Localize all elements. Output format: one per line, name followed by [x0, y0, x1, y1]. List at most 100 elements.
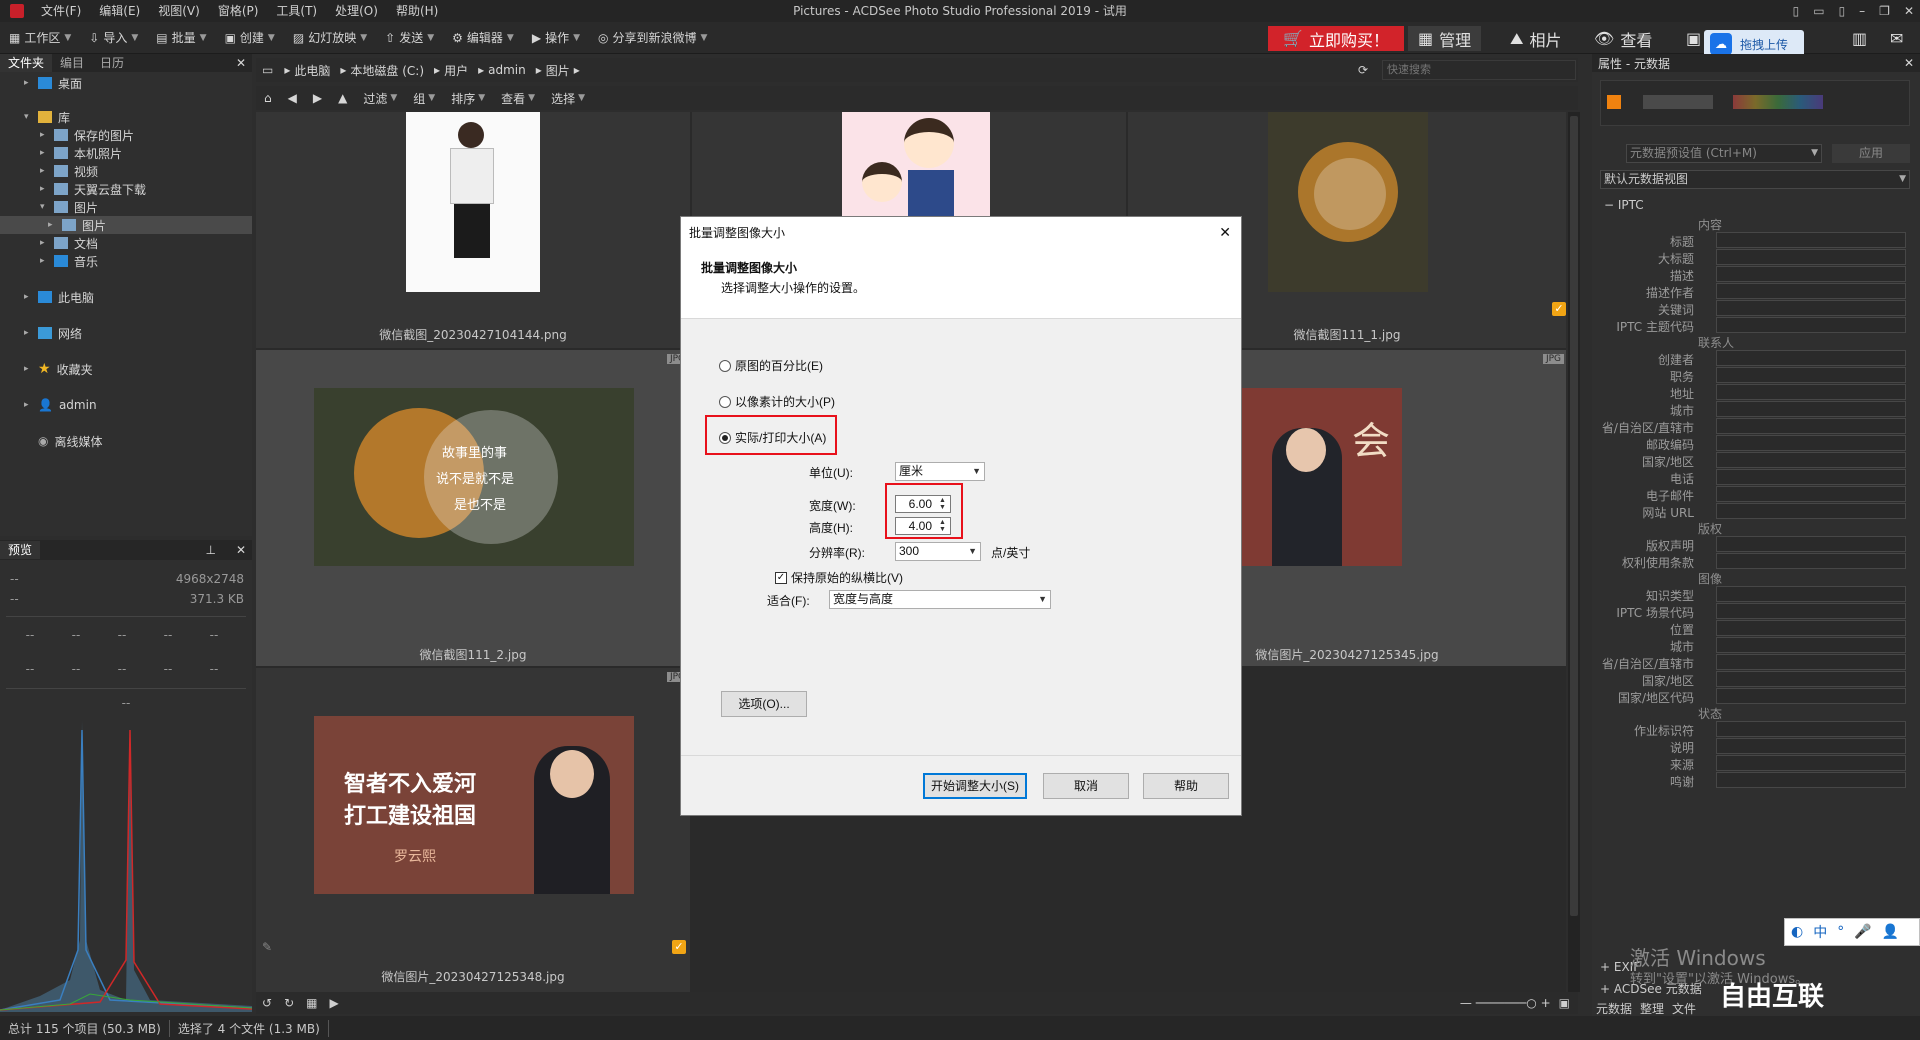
metadata-field[interactable] [1716, 367, 1906, 383]
tree-item-music[interactable]: ▸ 音乐 [40, 252, 98, 270]
metadata-field[interactable] [1716, 536, 1906, 552]
resolution-select[interactable]: 300 ▼ [895, 542, 981, 561]
close-icon[interactable]: ✕ [1904, 56, 1920, 70]
thumbnail-tile[interactable]: 微信截图_20230427104144.png [256, 112, 690, 348]
radio-percent[interactable]: 原图的百分比(E) [719, 357, 823, 374]
back-icon[interactable]: ◀ [280, 91, 305, 105]
tree-item-this-pc[interactable]: ▸ 此电脑 [24, 288, 94, 306]
weibo-share-button[interactable]: ◎ 分享到新浪微博 ▼ [589, 22, 716, 54]
menu-help[interactable]: 帮助(H) [387, 0, 447, 22]
metadata-field[interactable] [1716, 772, 1906, 788]
ime-language[interactable]: 中 [1813, 922, 1827, 942]
tree-item-videos[interactable]: ▸ 视频 [40, 162, 98, 180]
keep-aspect-checkbox[interactable]: ✓ 保持原始的纵横比(V) [775, 569, 903, 586]
metadata-field[interactable] [1716, 300, 1906, 316]
tree-item-pictures-lib[interactable]: ▾ 图片 [40, 198, 98, 216]
metadata-field[interactable] [1716, 654, 1906, 670]
radio-pixels[interactable]: 以像素计的大小(P) [719, 393, 835, 410]
thumbnail-tile[interactable]: JPG 智者不入爱河 打工建设祖国 罗云熙 ✓ ✎ 微信图片_202304271… [256, 668, 690, 992]
tab-calendar[interactable]: 日历 [92, 54, 132, 72]
rating-stars[interactable] [1643, 95, 1713, 109]
layout-icon[interactable]: ▯ [1793, 4, 1800, 18]
import-button[interactable]: ⇩ 导入 ▼ [80, 22, 147, 54]
user-icon[interactable]: 👤 [1882, 924, 1899, 940]
metadata-field[interactable] [1716, 603, 1906, 619]
rotate-left-icon[interactable]: ↺ [256, 996, 278, 1010]
stats-icon[interactable]: ▥ [1842, 26, 1877, 51]
workspace-button[interactable]: ▦ 工作区 ▼ [0, 22, 80, 54]
metadata-field[interactable] [1716, 721, 1906, 737]
ime-punct-icon[interactable]: ° [1837, 924, 1844, 940]
select-menu[interactable]: 选择 ▼ [543, 90, 593, 107]
up-icon[interactable]: ▲ [330, 91, 355, 105]
view-menu[interactable]: 查看 ▼ [493, 90, 543, 107]
tree-item-documents[interactable]: ▸ 文档 [40, 234, 98, 252]
slideshow-button[interactable]: ▨ 幻灯放映 ▼ [284, 22, 376, 54]
edit-pencil-icon[interactable]: ✎ [262, 940, 272, 954]
metadata-field[interactable] [1716, 401, 1906, 417]
close-icon[interactable]: ✕ [236, 56, 252, 70]
tree-item-library[interactable]: ▾ 库 [24, 108, 70, 126]
tab-folders[interactable]: 文件夹 [0, 54, 53, 72]
tab-catalog[interactable]: 编目 [52, 54, 92, 72]
view-mode-icon[interactable]: ▣ [1559, 996, 1578, 1010]
forward-icon[interactable]: ▶ [305, 91, 330, 105]
help-button[interactable]: 帮助 [1143, 773, 1229, 799]
color-labels[interactable] [1733, 95, 1823, 109]
buy-now-button[interactable]: 🛒 立即购买！ [1268, 26, 1404, 51]
checkbox-icon[interactable]: ✓ [672, 940, 686, 954]
menu-view[interactable]: 视图(V) [149, 0, 209, 22]
apply-button[interactable]: 应用 [1832, 144, 1910, 163]
crumb-this-pc[interactable]: ▸ 此电脑 [279, 62, 335, 79]
home-icon[interactable]: ⌂ [256, 91, 280, 105]
metadata-field[interactable] [1716, 586, 1906, 602]
layout-icon[interactable]: ▯ [1839, 4, 1846, 18]
sort-menu[interactable]: 排序 ▼ [443, 90, 493, 107]
metadata-field[interactable] [1716, 249, 1906, 265]
minimize-icon[interactable]: – [1859, 4, 1865, 18]
editor-button[interactable]: ⚙ 编辑器 ▼ [443, 22, 523, 54]
grid-scrollbar[interactable] [1568, 112, 1580, 992]
metadata-field[interactable] [1716, 620, 1906, 636]
metadata-field[interactable] [1716, 266, 1906, 282]
tab-metadata[interactable]: 元数据 [1596, 1000, 1632, 1017]
close-icon[interactable]: ✕ [1219, 224, 1241, 241]
metadata-field[interactable] [1716, 755, 1906, 771]
tab-file[interactable]: 文件 [1672, 1000, 1696, 1017]
send-button[interactable]: ⇧ 发送 ▼ [376, 22, 443, 54]
create-button[interactable]: ▣ 创建 ▼ [216, 22, 284, 54]
options-button[interactable]: 选项(O)... [721, 691, 807, 717]
tree-item-offline-media[interactable]: ◉ 离线媒体 [24, 432, 103, 450]
metadata-field[interactable] [1716, 283, 1906, 299]
menu-file[interactable]: 文件(F) [32, 0, 90, 22]
microphone-icon[interactable]: 🎤 [1854, 924, 1871, 940]
metadata-field[interactable] [1716, 317, 1906, 333]
metadata-field[interactable] [1716, 688, 1906, 704]
layout-icon[interactable]: ▭ [1813, 4, 1824, 18]
crumb-pictures[interactable]: ▸ 图片 ▸ [531, 62, 585, 79]
metadata-preset-select[interactable]: 元数据预设值 (Ctrl+M) ▼ [1626, 144, 1822, 163]
pin-icon[interactable]: ⊥ [205, 543, 235, 557]
metadata-field[interactable] [1716, 350, 1906, 366]
close-icon[interactable]: ✕ [1904, 4, 1914, 18]
menu-process[interactable]: 处理(O) [326, 0, 387, 22]
menu-pane[interactable]: 窗格(P) [209, 0, 268, 22]
iptc-section[interactable]: − IPTC [1604, 198, 1644, 212]
metadata-field[interactable] [1716, 418, 1906, 434]
delete-icon[interactable]: ▦ [300, 996, 323, 1010]
metadata-view-select[interactable]: 默认元数据视图 ▼ [1600, 170, 1910, 189]
fit-select[interactable]: 宽度与高度 ▼ [829, 590, 1051, 609]
crumb-local-disk[interactable]: ▸ 本地磁盘 (C:) [335, 62, 429, 79]
metadata-field[interactable] [1716, 486, 1906, 502]
metadata-field[interactable] [1716, 469, 1906, 485]
tree-item-desktop[interactable]: ▸ 桌面 [24, 74, 82, 92]
notification-icon[interactable]: ✉ [1880, 26, 1913, 51]
cancel-button[interactable]: 取消 [1043, 773, 1129, 799]
rotate-right-icon[interactable]: ↻ [278, 996, 300, 1010]
start-resize-button[interactable]: 开始调整大小(S) [923, 773, 1027, 799]
unit-select[interactable]: 厘米 ▼ [895, 462, 985, 481]
menu-edit[interactable]: 编辑(E) [90, 0, 149, 22]
group-menu[interactable]: 组 ▼ [405, 90, 443, 107]
metadata-field[interactable] [1716, 435, 1906, 451]
tree-item-pictures[interactable]: ▸ 图片 [0, 216, 252, 234]
